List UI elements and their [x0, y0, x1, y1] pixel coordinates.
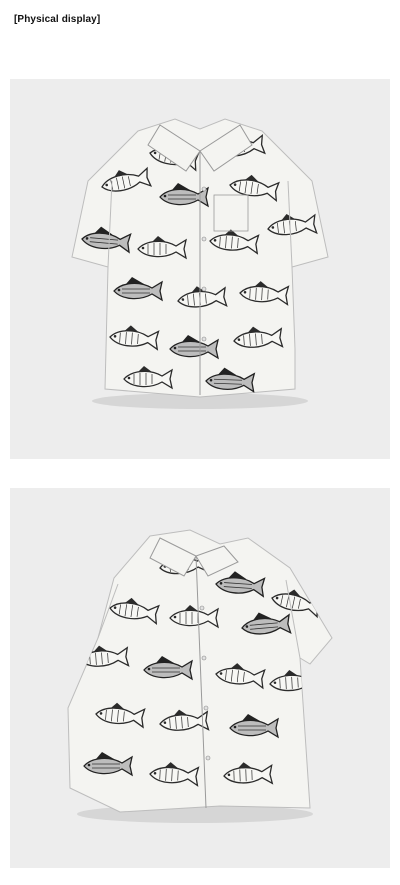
- shirt-photo-angled: [10, 488, 390, 868]
- section-label: [Physical display]: [14, 14, 101, 25]
- fish-print-shirt-front-icon: [71, 118, 329, 409]
- shirt-photo-front: [10, 79, 390, 459]
- fish-print-shirt-angled-icon: [67, 529, 333, 823]
